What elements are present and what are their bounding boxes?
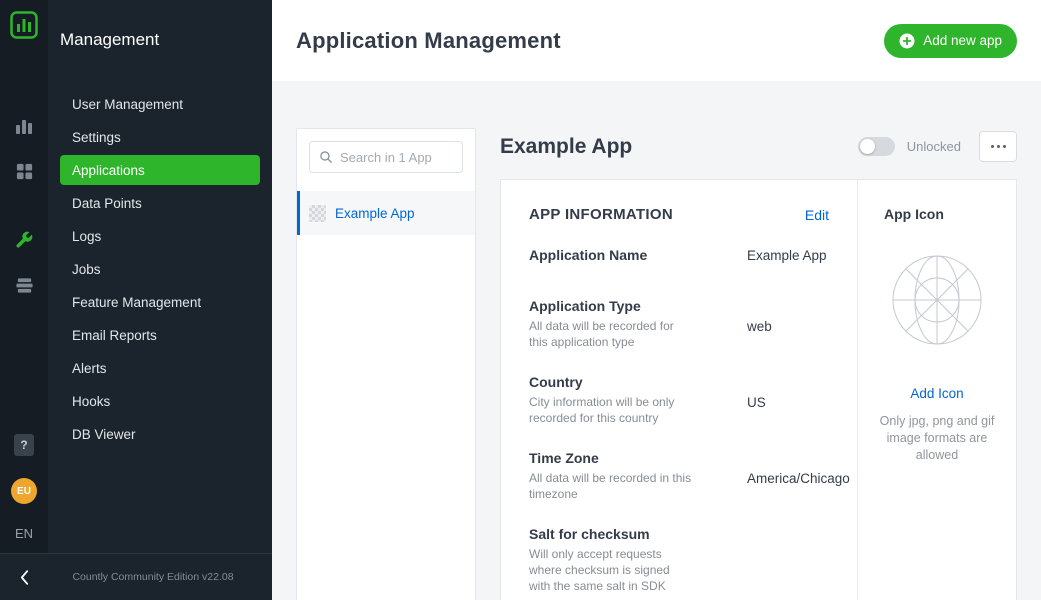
sidebar-item-label: Email Reports (72, 328, 157, 343)
app-icon-placeholder (891, 254, 983, 346)
sidebar-item-label: User Management (72, 97, 183, 112)
app-search (309, 141, 463, 173)
plus-circle-icon (899, 33, 915, 49)
main-area: Application Management Add new app (272, 0, 1041, 600)
sidebar-item-label: Settings (72, 130, 121, 145)
sidebar-item-label: Jobs (72, 262, 101, 277)
app-information-header: APP INFORMATION Edit (529, 206, 829, 223)
collapse-sidebar-icon[interactable] (0, 570, 48, 585)
avatar-initials: EU (17, 486, 31, 497)
sidebar-item-label: Data Points (72, 196, 142, 211)
sidebar-menu: Management User Management Settings Appl… (48, 0, 272, 553)
info-row-value: US (747, 374, 766, 427)
info-row-description: All data will be recorded in this timezo… (529, 471, 694, 503)
dashboard-grid-icon[interactable] (13, 160, 35, 182)
bar-chart-icon[interactable] (13, 115, 35, 137)
sidebar-item-label: Logs (72, 229, 101, 244)
lock-toggle-label: Unlocked (907, 139, 961, 154)
apps-list-panel: Example App (296, 128, 476, 600)
info-row-salt-for-checksum: Salt for checksum Will only accept reque… (529, 526, 829, 595)
sidebar-item-jobs[interactable]: Jobs (60, 254, 260, 284)
app-list-item-name: Example App (335, 206, 415, 221)
sidebar-main: ? EU EN Management User Management Setti… (0, 0, 272, 553)
rail-nav (13, 115, 35, 296)
app-thumbnail-icon (309, 205, 326, 222)
info-row-label: Salt for checksum (529, 526, 723, 542)
sidebar-item-label: Alerts (72, 361, 107, 376)
sidebar-item-logs[interactable]: Logs (60, 221, 260, 251)
icon-format-hint: Only jpg, png and gif image formats are … (872, 413, 1002, 464)
app-detail-title: Example App (500, 135, 858, 159)
info-row-value: web (747, 298, 772, 351)
info-row-label: Country (529, 374, 723, 390)
sidebar: ? EU EN Management User Management Setti… (0, 0, 272, 600)
sidebar-item-label: Hooks (72, 394, 110, 409)
more-options-button[interactable] (979, 131, 1017, 162)
help-icon[interactable]: ? (14, 434, 34, 456)
info-row-description: All data will be recorded for this appli… (529, 319, 694, 351)
sidebar-item-label: DB Viewer (72, 427, 136, 442)
app-detail-card: APP INFORMATION Edit Application Name Ex… (500, 179, 1017, 600)
user-avatar[interactable]: EU (11, 478, 37, 504)
sidebar-item-applications[interactable]: Applications (60, 155, 260, 185)
app-information-section: APP INFORMATION Edit Application Name Ex… (501, 180, 858, 600)
lock-toggle-knob (860, 139, 875, 154)
data-stack-icon[interactable] (13, 274, 35, 296)
sidebar-item-hooks[interactable]: Hooks (60, 386, 260, 416)
sidebar-item-alerts[interactable]: Alerts (60, 353, 260, 383)
add-new-app-label: Add new app (923, 33, 1002, 48)
sidebar-item-email-reports[interactable]: Email Reports (60, 320, 260, 350)
countly-logo-icon[interactable] (10, 11, 38, 39)
info-row-country: Country City information will be only re… (529, 374, 829, 427)
sidebar-item-db-viewer[interactable]: DB Viewer (60, 419, 260, 449)
application-window: ? EU EN Management User Management Setti… (0, 0, 1041, 600)
app-list-item[interactable]: Example App (297, 191, 475, 235)
app-information-title: APP INFORMATION (529, 206, 673, 223)
sidebar-item-data-points[interactable]: Data Points (60, 188, 260, 218)
info-row-label: Time Zone (529, 450, 723, 466)
app-icon-title: App Icon (872, 206, 1002, 222)
sidebar-item-feature-management[interactable]: Feature Management (60, 287, 260, 317)
app-detail: Example App Unlocked APP (500, 128, 1017, 600)
help-glyph: ? (20, 438, 27, 452)
sidebar-item-settings[interactable]: Settings (60, 122, 260, 152)
sidebar-item-user-management[interactable]: User Management (60, 89, 260, 119)
info-row-description: Will only accept requests where checksum… (529, 547, 694, 595)
content-area: Example App Example App Unlocked (272, 81, 1041, 600)
language-selector[interactable]: EN (15, 526, 33, 541)
info-row-label: Application Name (529, 247, 723, 263)
sidebar-item-label: Feature Management (72, 295, 201, 310)
rail-bottom: ? EU EN (11, 434, 37, 541)
sidebar-footer: Countly Community Edition v22.08 (0, 553, 272, 600)
page-title: Application Management (296, 28, 561, 54)
management-wrench-icon[interactable] (13, 229, 35, 251)
page-header: Application Management Add new app (272, 0, 1041, 81)
info-row-application-type: Application Type All data will be record… (529, 298, 829, 351)
info-row-description: City information will be only recorded f… (529, 395, 694, 427)
info-row-value: Example App (747, 247, 827, 268)
search-icon (319, 150, 333, 164)
app-icon-section: App Icon (858, 180, 1016, 600)
lock-toggle[interactable] (858, 137, 895, 156)
sidebar-item-label: Applications (72, 163, 145, 178)
info-row-application-name: Application Name Example App (529, 247, 829, 268)
sidebar-section-title: Management (48, 30, 272, 50)
version-label: Countly Community Edition v22.08 (48, 571, 272, 583)
info-row-time-zone: Time Zone All data will be recorded in t… (529, 450, 829, 503)
info-row-value: America/Chicago (747, 450, 850, 503)
search-input[interactable] (340, 150, 453, 165)
add-icon-link[interactable]: Add Icon (872, 386, 1002, 401)
info-row-label: Application Type (529, 298, 723, 314)
more-options-icon (991, 145, 994, 148)
edit-link[interactable]: Edit (805, 207, 829, 223)
add-new-app-button[interactable]: Add new app (884, 24, 1017, 58)
sidebar-nav: User Management Settings Applications Da… (48, 86, 272, 452)
detail-header: Example App Unlocked (500, 131, 1017, 162)
icon-rail: ? EU EN (0, 0, 48, 553)
